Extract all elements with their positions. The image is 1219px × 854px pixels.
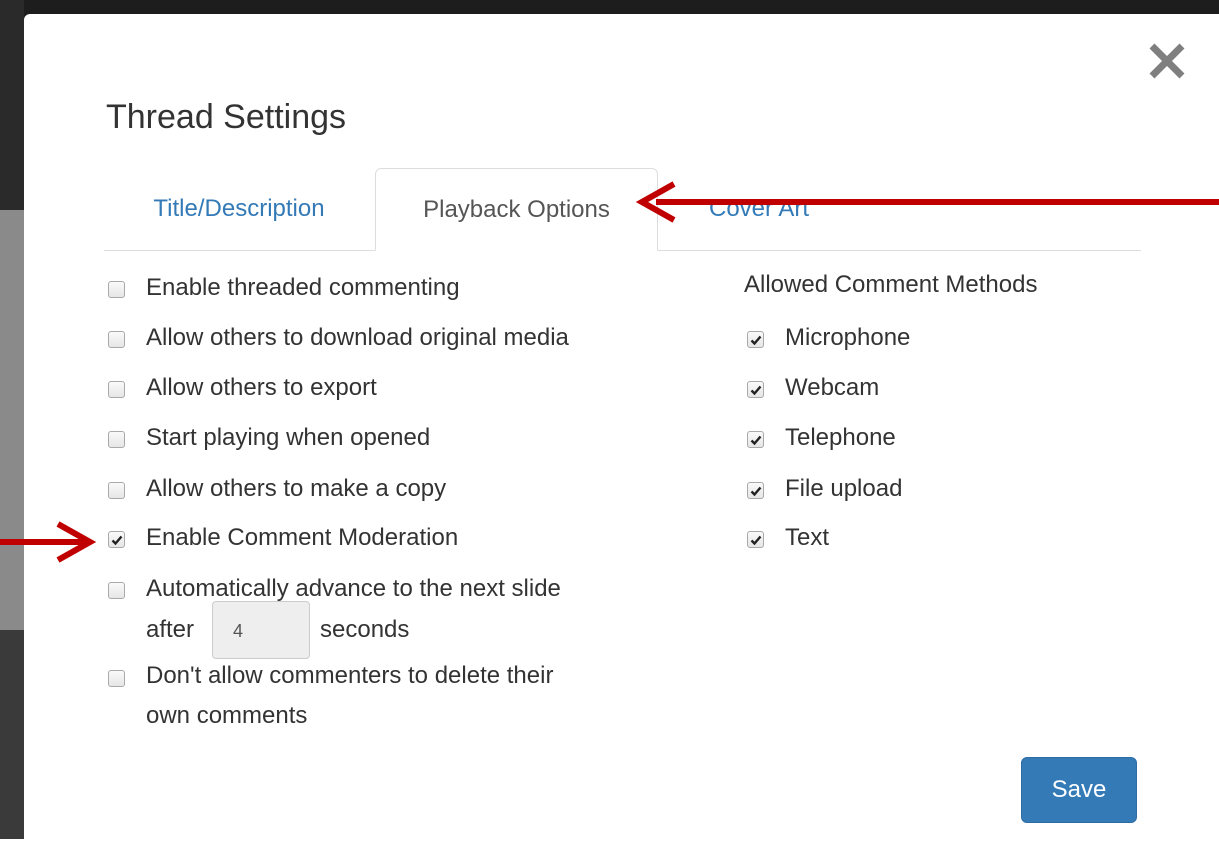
option-label: Start playing when opened xyxy=(146,424,431,451)
check-icon xyxy=(750,435,762,446)
checkbox-webcam[interactable] xyxy=(747,381,764,398)
advance-seconds-input[interactable] xyxy=(212,601,310,659)
auto-advance-after-label: after xyxy=(146,616,195,643)
option-label: Don't allow commenters to delete their xyxy=(146,662,554,689)
option-label: Allow others to export xyxy=(146,374,377,401)
check-icon xyxy=(750,535,762,546)
check-icon xyxy=(750,335,762,346)
backdrop-strip xyxy=(0,0,24,210)
close-button[interactable] xyxy=(1144,38,1190,84)
annotation-arrow-right-icon xyxy=(0,521,96,563)
checkbox-allow-copy[interactable] xyxy=(108,482,125,499)
checkbox-auto-advance[interactable] xyxy=(108,582,125,599)
auto-advance-seconds-label: seconds xyxy=(320,616,410,643)
close-icon xyxy=(1149,43,1185,79)
tab-title-description[interactable]: Title/Description xyxy=(104,168,374,250)
method-label: Text xyxy=(785,524,830,551)
option-label-line2: own comments xyxy=(146,702,308,729)
backdrop-strip xyxy=(0,210,24,630)
checkbox-allow-export[interactable] xyxy=(108,381,125,398)
check-icon xyxy=(750,486,762,497)
option-label: Allow others to make a copy xyxy=(146,475,447,502)
checkbox-autoplay[interactable] xyxy=(108,431,125,448)
annotation-arrow-left-icon xyxy=(636,181,1219,223)
check-icon xyxy=(111,535,123,546)
method-label: Telephone xyxy=(785,424,896,451)
checkbox-microphone[interactable] xyxy=(747,331,764,348)
checkbox-text[interactable] xyxy=(747,531,764,548)
checkbox-telephone[interactable] xyxy=(747,431,764,448)
option-label: Allow others to download original media xyxy=(146,324,569,351)
option-label: Enable threaded commenting xyxy=(146,274,460,301)
backdrop-strip xyxy=(0,630,24,839)
checkbox-comment-moderation[interactable] xyxy=(108,531,125,548)
tab-playback-options[interactable]: Playback Options xyxy=(375,168,658,251)
checkbox-download-original[interactable] xyxy=(108,331,125,348)
method-label: Microphone xyxy=(785,324,911,351)
checkbox-prevent-delete[interactable] xyxy=(108,670,125,687)
checkbox-threaded-commenting[interactable] xyxy=(108,281,125,298)
method-label: Webcam xyxy=(785,374,880,401)
save-button[interactable]: Save xyxy=(1021,757,1137,823)
dialog-title: Thread Settings xyxy=(106,98,347,136)
checkbox-file-upload[interactable] xyxy=(747,482,764,499)
method-label: File upload xyxy=(785,475,903,502)
option-label: Enable Comment Moderation xyxy=(146,524,459,551)
option-label: Automatically advance to the next slide xyxy=(146,575,561,602)
check-icon xyxy=(750,385,762,396)
comment-methods-heading: Allowed Comment Methods xyxy=(744,271,1038,298)
